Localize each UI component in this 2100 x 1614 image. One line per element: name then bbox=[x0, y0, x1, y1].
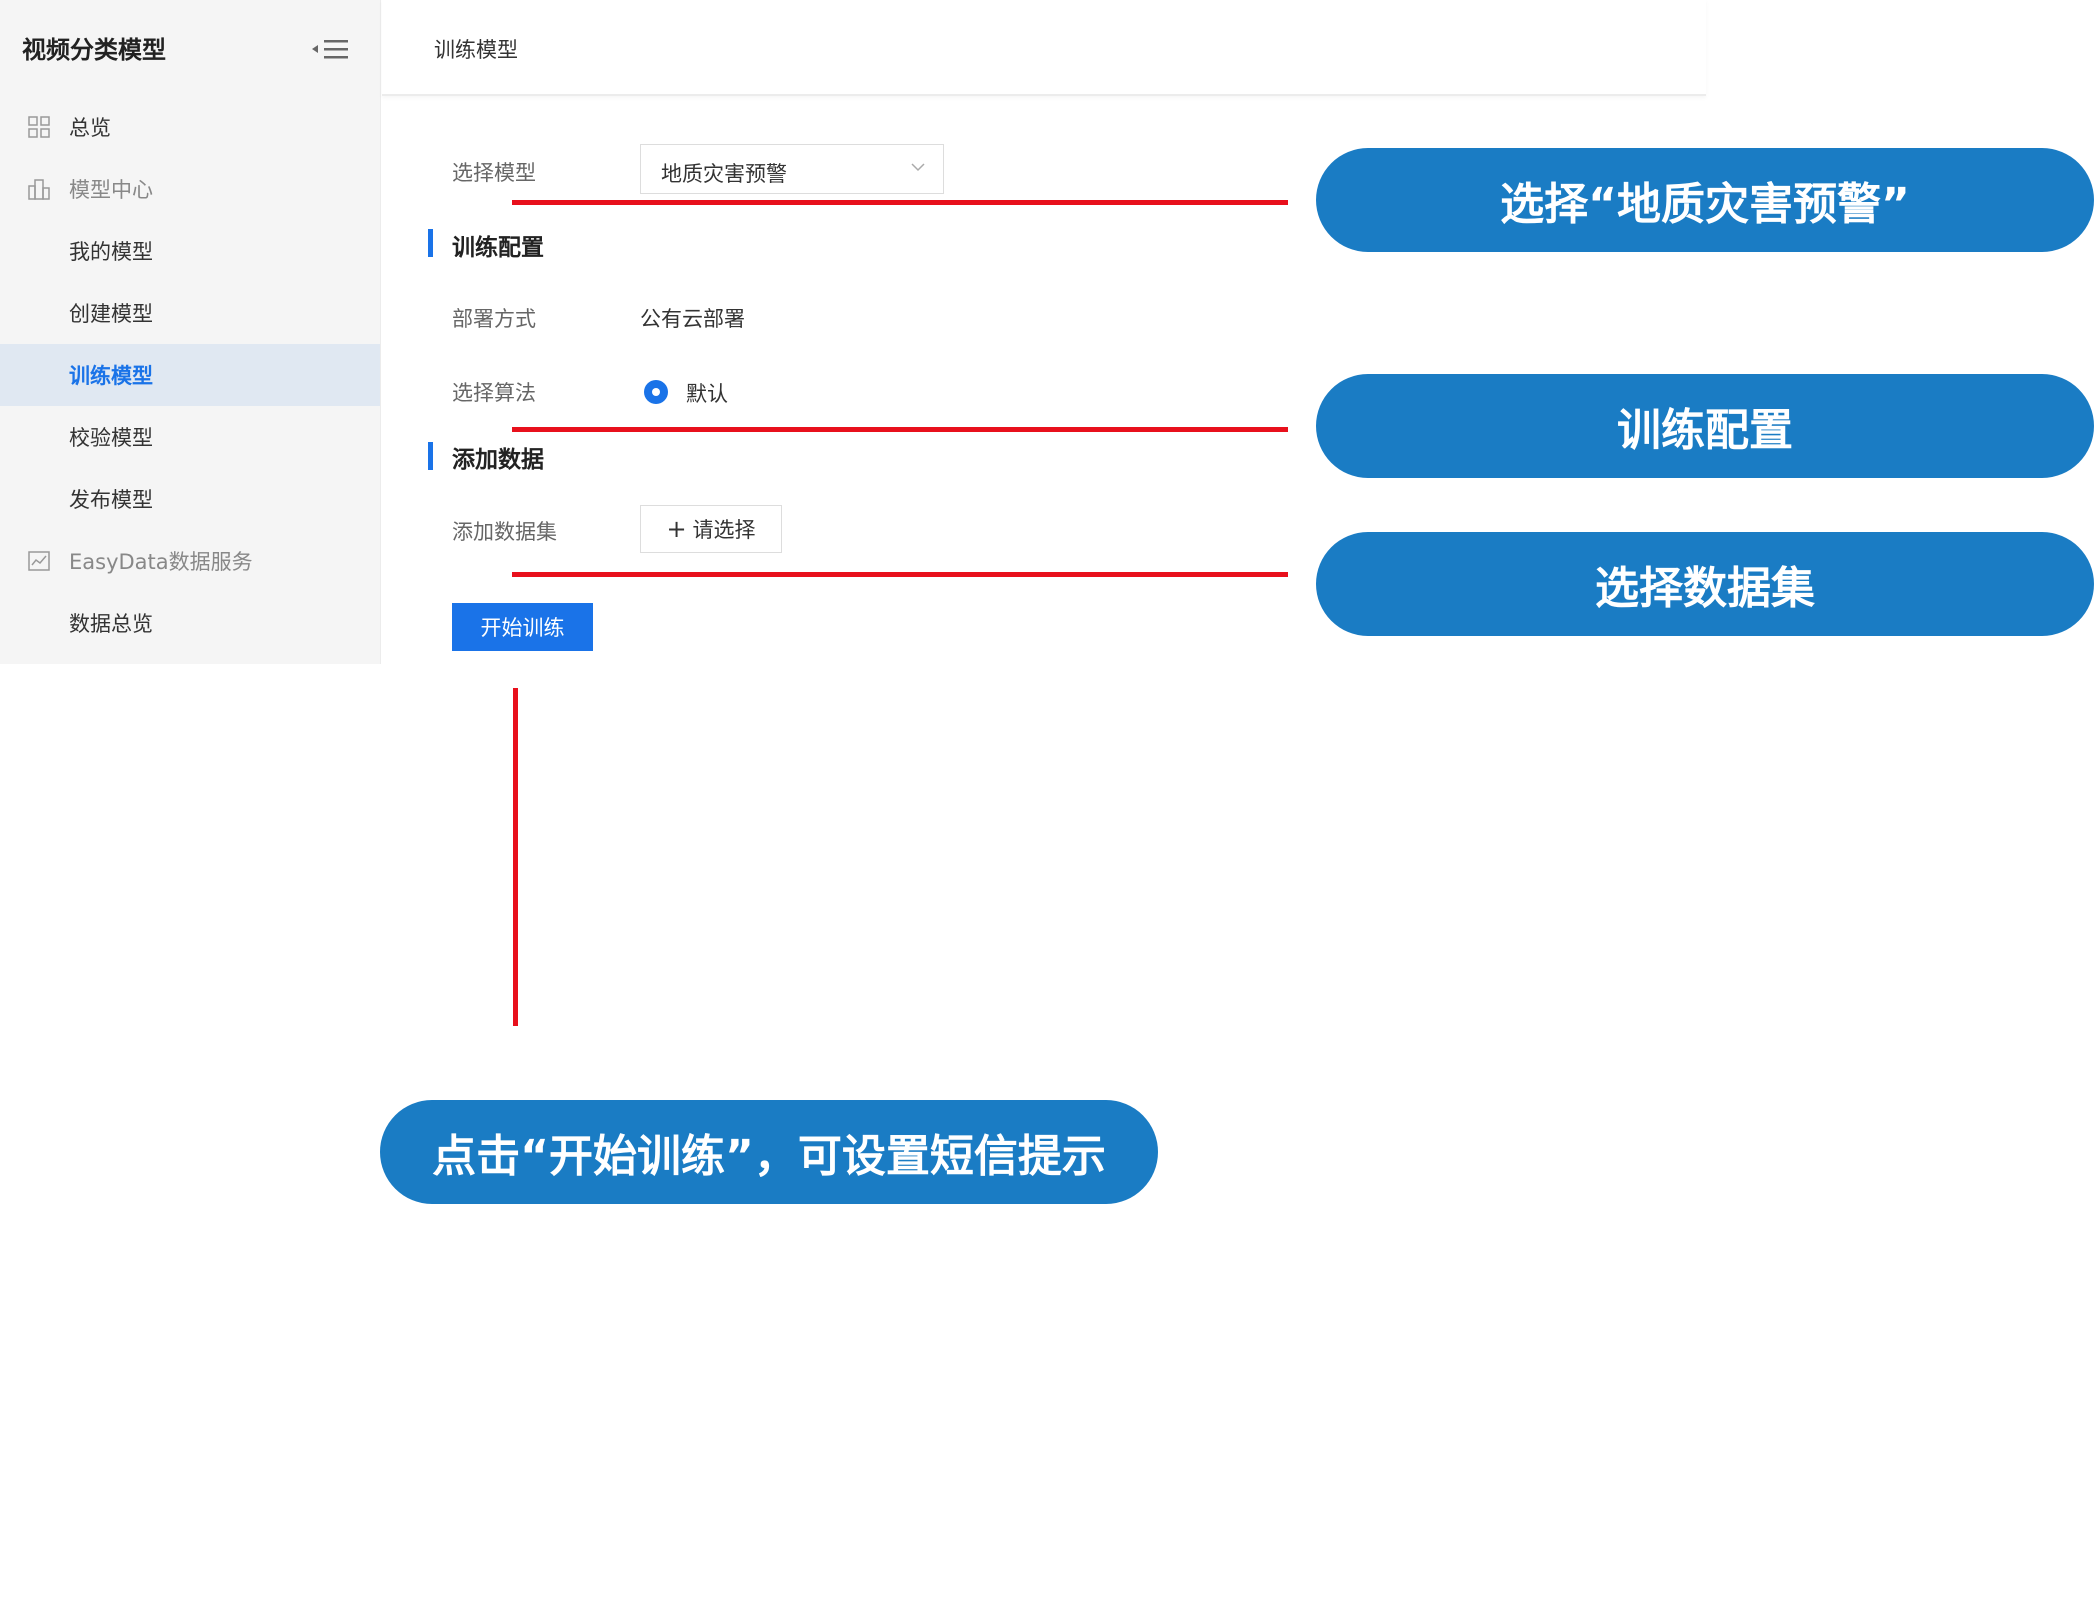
sidebar-item-data-overview[interactable]: 数据总览 bbox=[0, 592, 380, 654]
start-training-button[interactable]: 开始训练 bbox=[452, 603, 593, 651]
sidebar-group-easydata[interactable]: EasyData数据服务 bbox=[0, 530, 380, 592]
building-icon bbox=[28, 179, 50, 200]
chevron-down-icon bbox=[911, 163, 925, 172]
deploy-method-value: 公有云部署 bbox=[640, 307, 745, 331]
plus-icon: + bbox=[666, 515, 687, 543]
sidebar-item-my-models[interactable]: 我的模型 bbox=[0, 220, 380, 282]
select-dataset-button[interactable]: + 请选择 bbox=[640, 505, 782, 553]
sidebar-item-label: 校验模型 bbox=[69, 426, 153, 450]
add-dataset-label: 添加数据集 bbox=[452, 520, 557, 544]
sidebar-title: 视频分类模型 bbox=[22, 36, 166, 64]
model-select-value: 地质灾害预警 bbox=[661, 162, 787, 186]
grid-icon bbox=[28, 116, 50, 138]
top-bar: 训练模型 bbox=[382, 0, 1706, 96]
algorithm-option-label: 默认 bbox=[686, 382, 728, 406]
callout-start-training: 点击“开始训练”，可设置短信提示 bbox=[380, 1100, 1158, 1204]
sidebar-item-create-model[interactable]: 创建模型 bbox=[0, 282, 380, 344]
select-dataset-button-label: 请选择 bbox=[692, 518, 756, 542]
sidebar-item-label: 发布模型 bbox=[69, 488, 153, 512]
collapse-menu-icon[interactable] bbox=[312, 38, 350, 60]
section-marker bbox=[428, 442, 433, 470]
callout-train-config: 训练配置 bbox=[1316, 374, 2094, 478]
annotation-line-start bbox=[513, 688, 518, 1026]
sidebar-item-label: 总览 bbox=[69, 116, 111, 140]
section-title-train-config: 训练配置 bbox=[452, 235, 544, 261]
sidebar-item-label: 训练模型 bbox=[69, 364, 153, 388]
sidebar-item-label: 模型中心 bbox=[69, 178, 153, 202]
annotation-line-dataset bbox=[512, 572, 1288, 577]
callout-select-model: 选择“地质灾害预警” bbox=[1316, 148, 2094, 252]
section-marker bbox=[428, 229, 433, 257]
chart-icon bbox=[28, 551, 50, 571]
sidebar-item-label: 我的模型 bbox=[69, 240, 153, 264]
select-algorithm-label: 选择算法 bbox=[452, 381, 536, 405]
breadcrumb: 训练模型 bbox=[434, 38, 518, 62]
sidebar-item-validate-model[interactable]: 校验模型 bbox=[0, 406, 380, 468]
model-select[interactable]: 地质灾害预警 bbox=[640, 144, 944, 194]
select-model-label: 选择模型 bbox=[452, 161, 536, 185]
sidebar-group-model-center[interactable]: 模型中心 bbox=[0, 158, 380, 220]
sidebar-item-label: 数据总览 bbox=[69, 612, 153, 636]
deploy-method-label: 部署方式 bbox=[452, 307, 536, 331]
callout-select-dataset: 选择数据集 bbox=[1316, 532, 2094, 636]
annotation-line-config bbox=[512, 427, 1288, 432]
sidebar-item-label: EasyData数据服务 bbox=[69, 550, 253, 574]
algorithm-radio-default[interactable] bbox=[644, 380, 668, 404]
sidebar-item-label: 创建模型 bbox=[69, 302, 153, 326]
sidebar-item-publish-model[interactable]: 发布模型 bbox=[0, 468, 380, 530]
sidebar-item-train-model[interactable]: 训练模型 bbox=[0, 344, 380, 406]
sidebar-item-overview[interactable]: 总览 bbox=[0, 96, 380, 158]
section-title-add-data: 添加数据 bbox=[452, 447, 544, 473]
sidebar: 视频分类模型 总览 模型中心 我的模型 创建模型 训练模型 校验模型 发布模型 … bbox=[0, 0, 381, 664]
annotation-line-model bbox=[512, 200, 1288, 205]
